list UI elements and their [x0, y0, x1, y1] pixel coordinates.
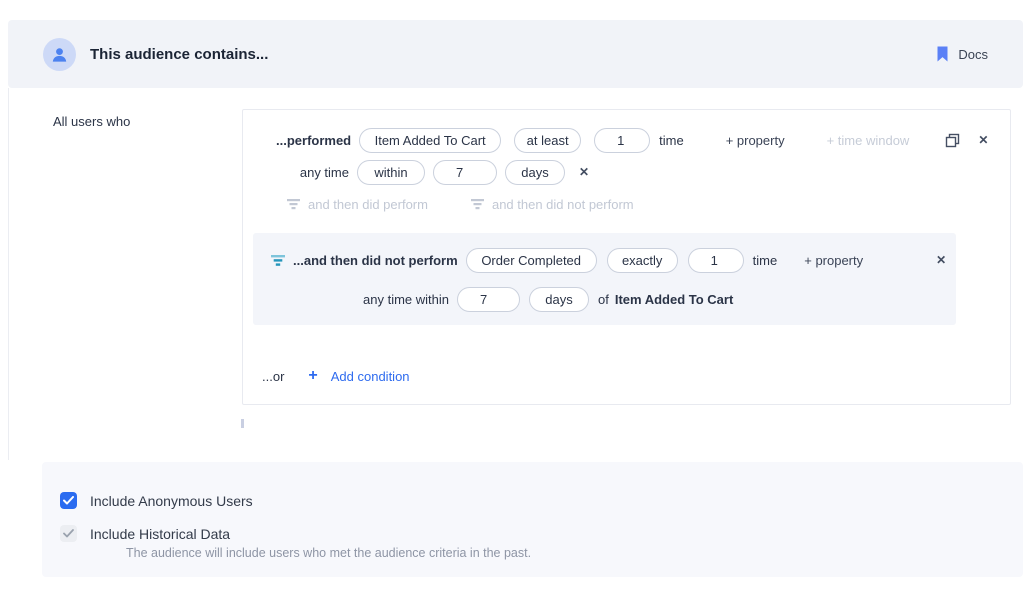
condition1-window-close-icon[interactable]: ✕ — [579, 166, 589, 178]
plus-icon[interactable]: + — [308, 368, 317, 384]
filter-icon — [470, 198, 485, 210]
condition2-operator-button[interactable]: exactly — [607, 248, 678, 273]
condition2-add-property[interactable]: + property — [804, 253, 863, 268]
condition2-count-input[interactable] — [688, 248, 744, 273]
condition2-anchor-event: Item Added To Cart — [615, 292, 733, 307]
condition2-window-row: any time within days of Item Added To Ca… — [253, 286, 733, 312]
filter-icon — [286, 198, 301, 210]
condition1-operator-button[interactable]: at least — [514, 128, 581, 153]
condition1-prefix: ...performed — [276, 133, 351, 148]
condition1-window-value-input[interactable] — [433, 160, 497, 185]
condition1-close-icon[interactable]: ✕ — [978, 134, 988, 146]
option-label: and then did perform — [308, 197, 428, 212]
filter-icon-active — [270, 254, 286, 267]
condition2-of-label: of — [598, 292, 609, 307]
condition1-add-time-window: + time window — [827, 133, 910, 148]
condition2-window-prefix: any time within — [253, 292, 449, 307]
docs-link[interactable]: Docs — [936, 46, 988, 62]
condition2-prefix: ...and then did not perform — [293, 253, 458, 268]
anonymous-users-label: Include Anonymous Users — [90, 493, 253, 509]
historical-data-row: Include Historical Data — [60, 525, 230, 542]
condition2-close-icon[interactable]: ✕ — [936, 254, 946, 266]
or-label: ...or — [262, 369, 284, 384]
check-icon — [63, 496, 74, 505]
add-condition-row: ...or + Add condition — [262, 363, 410, 389]
condition1-window-row: any time within days ✕ — [276, 159, 589, 185]
condition1-main-row: ...performed Item Added To Cart at least… — [276, 127, 988, 153]
condition-panel: ...performed Item Added To Cart at least… — [242, 109, 1011, 405]
options-card: Include Anonymous Users Include Historic… — [42, 462, 1023, 577]
option-label: and then did not perform — [492, 197, 634, 212]
option-and-then-did-not-perform[interactable]: and then did not perform — [470, 197, 634, 212]
condition1-window-prefix: any time — [276, 165, 349, 180]
all-users-label: All users who — [53, 114, 130, 129]
condition1-count-unit: time — [659, 133, 684, 148]
avatar — [43, 38, 76, 71]
check-icon — [63, 529, 74, 538]
content-left-border — [8, 88, 9, 460]
condition1-window-operator-button[interactable]: within — [357, 160, 425, 185]
condition2-count-unit: time — [753, 253, 778, 268]
anonymous-users-row: Include Anonymous Users — [60, 492, 253, 509]
condition2-main-row: ...and then did not perform Order Comple… — [270, 247, 946, 273]
sequence-options-row: and then did perform and then did not pe… — [286, 191, 634, 217]
historical-data-description: The audience will include users who met … — [126, 546, 531, 560]
historical-data-checkbox[interactable] — [60, 525, 77, 542]
user-icon — [51, 46, 68, 63]
condition2-card: ...and then did not perform Order Comple… — [253, 233, 956, 325]
condition1-count-input[interactable] — [594, 128, 650, 153]
anonymous-users-checkbox[interactable] — [60, 492, 77, 509]
condition1-window-unit-button[interactable]: days — [505, 160, 565, 185]
panel-resize-tick — [241, 419, 244, 428]
condition2-window-value-input[interactable] — [457, 287, 520, 312]
bookmark-icon — [936, 46, 949, 62]
condition1-event-button[interactable]: Item Added To Cart — [359, 128, 501, 153]
docs-label: Docs — [958, 47, 988, 62]
condition1-add-property[interactable]: + property — [726, 133, 785, 148]
historical-data-label: Include Historical Data — [90, 526, 230, 542]
condition2-window-unit-button[interactable]: days — [529, 287, 589, 312]
audience-header: This audience contains... Docs — [8, 20, 1023, 88]
page-title: This audience contains... — [90, 46, 268, 63]
add-condition-link[interactable]: Add condition — [331, 369, 410, 384]
duplicate-icon[interactable] — [945, 133, 960, 148]
condition2-event-button[interactable]: Order Completed — [466, 248, 597, 273]
option-and-then-did-perform[interactable]: and then did perform — [286, 197, 428, 212]
